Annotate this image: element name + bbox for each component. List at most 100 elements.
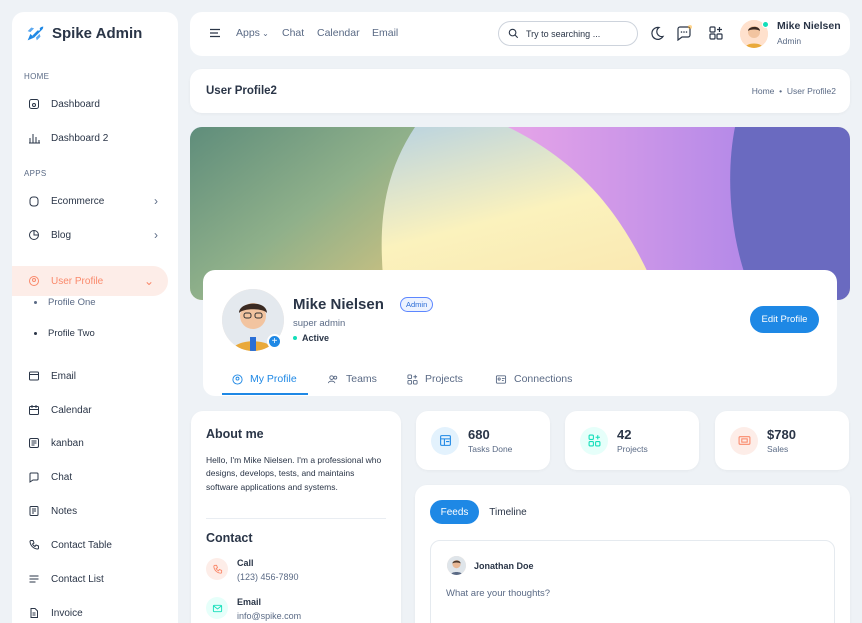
sidebar: Spike Admin Home Dashboard Dashboard 2 A… xyxy=(12,12,178,623)
basket-icon xyxy=(28,195,40,207)
sidebar-item-dashboard-2[interactable]: Dashboard 2 xyxy=(12,123,178,153)
id-card-icon xyxy=(495,374,507,384)
sidebar-item-label: Dashboard xyxy=(51,98,100,110)
status-badge: Active xyxy=(293,333,329,343)
nav-apps-label: Apps xyxy=(236,27,260,39)
tab-teams[interactable]: Teams xyxy=(327,373,377,385)
mail-icon xyxy=(206,597,228,619)
message-dots-icon[interactable] xyxy=(676,25,694,43)
mail-icon xyxy=(28,370,40,382)
divider xyxy=(206,518,386,519)
apps-icon xyxy=(407,373,418,385)
tab-connections[interactable]: Connections xyxy=(495,373,572,385)
sidebar-item-label: Blog xyxy=(51,229,72,241)
calendar-icon xyxy=(28,404,40,416)
bullet-icon xyxy=(34,301,37,304)
sidebar-item-notes[interactable]: Notes xyxy=(12,496,178,526)
section-home: Home xyxy=(24,72,50,81)
stat-projects: 42 Projects xyxy=(565,411,699,470)
top-header: Apps ⌄ Chat Calendar Email Try to search… xyxy=(190,12,850,56)
stat-sales: $780 Sales xyxy=(715,411,849,470)
sidebar-subitem-label: Profile Two xyxy=(48,328,95,339)
nav-apps[interactable]: Apps ⌄ xyxy=(236,27,269,39)
tab-timeline[interactable]: Timeline xyxy=(483,500,533,524)
nav-chat[interactable]: Chat xyxy=(282,27,304,39)
sidebar-item-dashboard[interactable]: Dashboard xyxy=(12,89,178,119)
search-icon xyxy=(508,28,519,39)
online-indicator xyxy=(762,21,769,28)
user-circle-icon xyxy=(232,373,243,385)
bullet-icon xyxy=(34,332,37,335)
breadcrumb-separator: • xyxy=(776,86,787,96)
sidebar-item-chat[interactable]: Chat xyxy=(12,462,178,492)
sidebar-item-contact-table[interactable]: Contact Table xyxy=(12,530,178,560)
sidebar-item-label: kanban xyxy=(51,437,84,449)
tab-label: Connections xyxy=(514,373,573,385)
contact-label: Email xyxy=(237,597,262,607)
contact-value[interactable]: info@spike.com xyxy=(237,611,301,621)
breadcrumb-home[interactable]: Home xyxy=(752,86,775,96)
stat-value: 680 xyxy=(468,427,490,442)
sidebar-item-label: Invoice xyxy=(51,607,83,619)
apps-icon[interactable] xyxy=(708,25,726,43)
sidebar-item-invoice[interactable]: Invoice xyxy=(12,598,178,623)
menu-icon[interactable] xyxy=(208,26,226,44)
sidebar-item-kanban[interactable]: kanban xyxy=(12,428,178,458)
sidebar-item-label: Calendar xyxy=(51,404,92,416)
avatar xyxy=(447,556,466,575)
contact-value[interactable]: (123) 456-7890 xyxy=(237,572,299,582)
profile-card: + Mike Nielsen Admin super admin Active … xyxy=(203,270,837,396)
tab-label: Teams xyxy=(346,373,377,385)
sidebar-item-blog[interactable]: Blog › xyxy=(12,220,178,250)
about-title: About me xyxy=(206,427,264,441)
chevron-down-icon: ⌄ xyxy=(259,29,269,38)
sidebar-item-label: Email xyxy=(51,370,77,382)
nav-email[interactable]: Email xyxy=(372,27,398,39)
users-icon xyxy=(327,374,338,383)
layout-list-icon xyxy=(431,426,459,455)
sidebar-item-email[interactable]: Email xyxy=(12,361,178,391)
sidebar-subitem-label: Profile One xyxy=(48,297,96,308)
sidebar-item-label: Contact Table xyxy=(51,539,112,551)
header-user-role: Admin xyxy=(777,36,802,46)
edit-profile-button[interactable]: Edit Profile xyxy=(750,306,819,333)
search-placeholder: Try to searching ... xyxy=(526,28,601,39)
rocket-icon xyxy=(27,26,44,41)
post-composer: Jonathan Doe What are your thoughts? xyxy=(430,540,835,623)
post-input[interactable]: What are your thoughts? xyxy=(446,588,550,599)
sidebar-item-calendar[interactable]: Calendar xyxy=(12,395,178,425)
post-author-name: Jonathan Doe xyxy=(474,560,534,571)
chevron-right-icon: › xyxy=(154,194,158,208)
logo[interactable]: Spike Admin xyxy=(24,22,142,44)
search-input[interactable]: Try to searching ... xyxy=(498,21,638,46)
tab-label: My Profile xyxy=(250,373,297,385)
nav-calendar[interactable]: Calendar xyxy=(317,27,360,39)
tab-feeds[interactable]: Feeds xyxy=(430,500,479,524)
moon-icon[interactable] xyxy=(649,25,667,43)
sidebar-item-label: Ecommerce xyxy=(51,195,105,207)
section-apps: Apps xyxy=(24,169,47,178)
app-name: Spike Admin xyxy=(52,24,143,42)
about-card: About me Hello, I'm Mike Nielsen. I'm a … xyxy=(191,411,401,623)
profile-name: Mike Nielsen xyxy=(293,296,384,313)
tab-label: Projects xyxy=(425,373,463,385)
tab-projects[interactable]: Projects xyxy=(407,373,463,385)
tab-my-profile[interactable]: My Profile xyxy=(232,373,297,385)
stat-label: Sales xyxy=(767,444,789,454)
sidebar-subitem-profile-one[interactable]: Profile One xyxy=(34,297,96,308)
contact-email: Email info@spike.com xyxy=(206,597,301,621)
phone-icon xyxy=(206,558,228,580)
sidebar-item-label: Contact List xyxy=(51,573,104,585)
sidebar-item-user-profile[interactable]: User Profile ⌄ xyxy=(12,266,168,296)
post-author: Jonathan Doe xyxy=(447,556,534,575)
sidebar-item-contact-list[interactable]: Contact List xyxy=(12,564,178,594)
message-icon xyxy=(28,471,40,483)
header-user-name: Mike Nielsen xyxy=(777,20,841,32)
stat-label: Tasks Done xyxy=(468,444,513,454)
status-text: Active xyxy=(302,333,330,343)
sidebar-subitem-profile-two[interactable]: Profile Two xyxy=(34,328,95,339)
contact-label: Call xyxy=(237,558,254,568)
sidebar-item-label: User Profile xyxy=(51,275,104,287)
sidebar-item-ecommerce[interactable]: Ecommerce › xyxy=(12,186,178,216)
add-photo-icon[interactable]: + xyxy=(267,334,282,349)
